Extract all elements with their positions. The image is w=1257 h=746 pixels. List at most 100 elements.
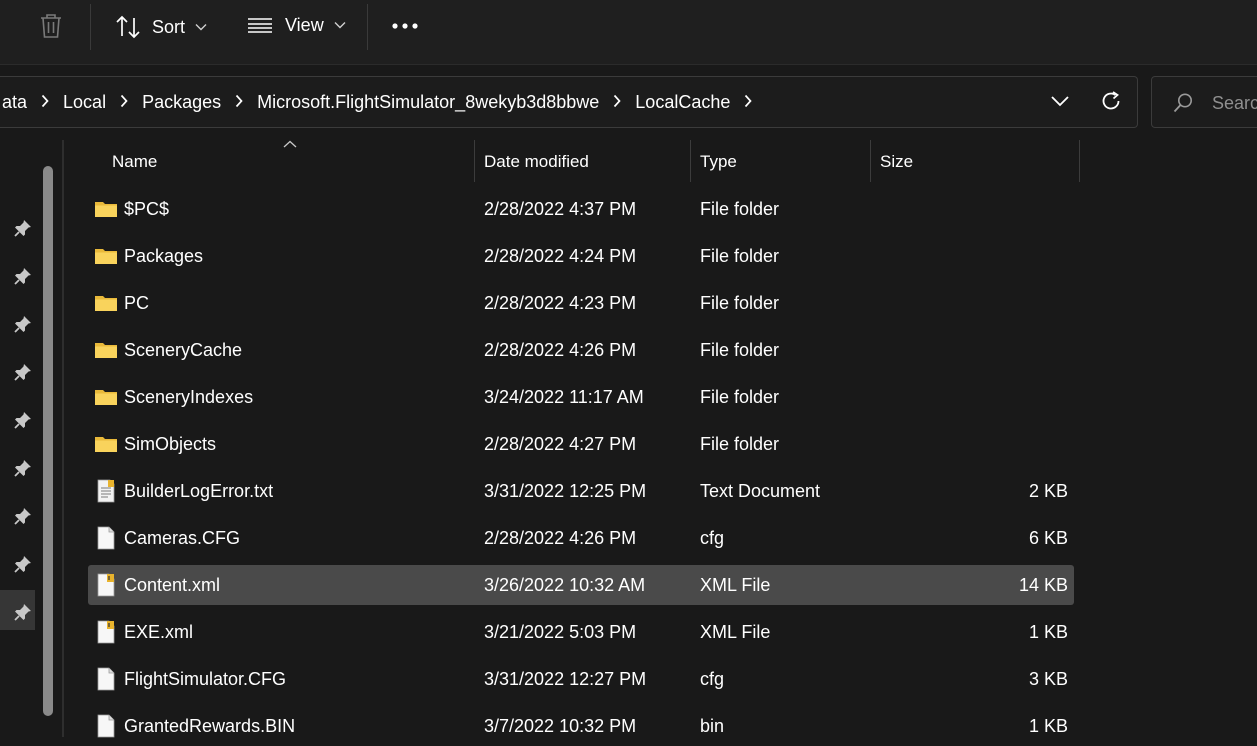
file-row[interactable]: BuilderLogError.txt 3/31/2022 12:25 PM T… xyxy=(88,471,1074,511)
chevron-right-icon[interactable] xyxy=(29,92,61,113)
file-size: 1 KB xyxy=(1028,716,1068,736)
file-row[interactable]: SceneryCache 2/28/2022 4:26 PM File fold… xyxy=(88,330,1074,370)
file-size: 14 KB xyxy=(1018,575,1068,595)
search-icon xyxy=(1173,93,1192,113)
file-row[interactable]: SceneryIndexes 3/24/2022 11:17 AM File f… xyxy=(88,377,1074,417)
xml-file-icon xyxy=(97,620,115,644)
file-name: SceneryIndexes xyxy=(124,387,254,407)
file-name: SimObjects xyxy=(124,434,217,454)
file-date: 3/31/2022 12:25 PM xyxy=(484,481,647,501)
file-row-selected[interactable]: Content.xml 3/26/2022 10:32 AM XML File … xyxy=(88,565,1074,605)
file-row[interactable]: Cameras.CFG 2/28/2022 4:26 PM cfg 6 KB xyxy=(88,518,1074,558)
file-date: 2/28/2022 4:37 PM xyxy=(484,199,637,219)
pin-icon[interactable] xyxy=(13,266,33,286)
address-bar[interactable]: ata Local Packages Microsoft.FlightSimul… xyxy=(0,76,1138,128)
column-divider[interactable] xyxy=(690,140,691,182)
search-placeholder: Search xyxy=(1212,93,1257,113)
chevron-down-icon xyxy=(195,24,207,31)
chevron-right-icon[interactable] xyxy=(601,92,633,113)
file-row[interactable]: Packages 2/28/2022 4:24 PM File folder xyxy=(88,236,1074,276)
file-row[interactable]: GrantedRewards.BIN 3/7/2022 10:32 PM bin… xyxy=(88,706,1074,746)
file-type: Text Document xyxy=(700,481,821,501)
column-divider[interactable] xyxy=(1079,140,1080,182)
chevron-down-icon xyxy=(334,22,346,29)
pin-icon[interactable] xyxy=(13,218,33,238)
file-name: BuilderLogError.txt xyxy=(124,481,274,501)
text-document-icon xyxy=(97,479,115,503)
breadcrumb-item[interactable]: Local xyxy=(61,92,108,113)
file-name: Content.xml xyxy=(124,575,221,595)
view-button[interactable]: View xyxy=(247,14,346,36)
file-row[interactable]: EXE.xml 3/21/2022 5:03 PM XML File 1 KB xyxy=(88,612,1074,652)
file-icon xyxy=(97,667,115,691)
pin-icon[interactable] xyxy=(13,458,33,478)
file-name: EXE.xml xyxy=(124,622,194,642)
file-type: cfg xyxy=(700,669,725,689)
chevron-right-icon[interactable] xyxy=(732,92,764,113)
pin-icon[interactable] xyxy=(13,362,33,382)
search-box[interactable]: Search xyxy=(1151,76,1257,128)
file-date: 2/28/2022 4:27 PM xyxy=(484,434,637,454)
refresh-icon xyxy=(1102,91,1120,110)
column-divider[interactable] xyxy=(474,140,475,182)
folder-icon xyxy=(95,437,117,452)
pin-icon[interactable] xyxy=(13,554,33,574)
pin-icon[interactable] xyxy=(13,410,33,430)
file-size: 6 KB xyxy=(1028,528,1068,548)
sort-icon xyxy=(116,15,140,39)
column-header-row: Name Date modified Type Size xyxy=(88,140,1080,182)
folder-icon xyxy=(95,202,117,217)
folder-icon xyxy=(95,296,117,311)
file-type: bin xyxy=(700,716,725,736)
file-row[interactable]: SimObjects 2/28/2022 4:27 PM File folder xyxy=(88,424,1074,464)
file-size: 1 KB xyxy=(1028,622,1068,642)
file-row[interactable]: FlightSimulator.CFG 3/31/2022 12:27 PM c… xyxy=(88,659,1074,699)
chevron-right-icon[interactable] xyxy=(108,92,140,113)
breadcrumb-item[interactable]: Microsoft.FlightSimulator_8wekyb3d8bbwe xyxy=(255,92,601,113)
recent-locations-button[interactable] xyxy=(1050,94,1070,113)
file-date: 2/28/2022 4:26 PM xyxy=(484,528,637,548)
file-name: Cameras.CFG xyxy=(124,528,241,548)
delete-button[interactable] xyxy=(38,12,64,40)
file-type: cfg xyxy=(700,528,725,548)
breadcrumb: ata Local Packages Microsoft.FlightSimul… xyxy=(0,77,764,127)
file-type: File folder xyxy=(700,387,780,407)
file-row[interactable]: PC 2/28/2022 4:23 PM File folder xyxy=(88,283,1074,323)
file-name: PC xyxy=(124,293,150,313)
breadcrumb-item[interactable]: Packages xyxy=(140,92,223,113)
file-date: 3/24/2022 11:17 AM xyxy=(484,387,644,407)
file-name: GrantedRewards.BIN xyxy=(124,716,296,736)
pin-icon[interactable] xyxy=(13,602,33,622)
chevron-right-icon[interactable] xyxy=(223,92,255,113)
column-header-date-modified[interactable]: Date modified xyxy=(484,152,589,172)
folder-icon xyxy=(95,343,117,358)
file-row[interactable]: $PC$ 2/28/2022 4:37 PM File folder xyxy=(88,189,1074,229)
file-date: 2/28/2022 4:26 PM xyxy=(484,340,637,360)
navigation-scrollbar[interactable] xyxy=(43,166,53,716)
more-options-button[interactable] xyxy=(391,22,419,30)
file-icon xyxy=(97,526,115,550)
toolbar-divider xyxy=(367,4,368,50)
view-label: View xyxy=(285,14,324,35)
file-type: File folder xyxy=(700,293,780,313)
trash-icon xyxy=(41,14,61,38)
chevron-down-icon xyxy=(1051,96,1069,107)
column-header-name[interactable]: Name xyxy=(112,152,157,172)
file-date: 2/28/2022 4:23 PM xyxy=(484,293,637,313)
file-type: File folder xyxy=(700,199,780,219)
pin-icon[interactable] xyxy=(13,314,33,334)
toolbar-divider xyxy=(90,4,91,50)
pin-icon[interactable] xyxy=(13,506,33,526)
breadcrumb-item[interactable]: ata xyxy=(0,92,29,113)
file-type: File folder xyxy=(700,434,780,454)
column-divider[interactable] xyxy=(870,140,871,182)
file-type: File folder xyxy=(700,340,780,360)
view-lines-icon xyxy=(248,18,272,33)
file-date: 3/7/2022 10:32 PM xyxy=(484,716,637,736)
column-header-size[interactable]: Size xyxy=(880,152,913,172)
column-header-type[interactable]: Type xyxy=(700,152,737,172)
file-type: File folder xyxy=(700,246,780,266)
sort-button[interactable]: Sort xyxy=(114,14,207,40)
breadcrumb-item[interactable]: LocalCache xyxy=(633,92,732,113)
refresh-button[interactable] xyxy=(1100,90,1122,117)
